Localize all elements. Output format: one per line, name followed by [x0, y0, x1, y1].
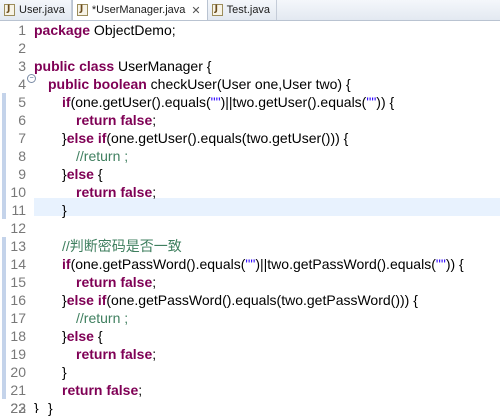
line-number: 12 [10, 220, 26, 236]
java-file-icon [4, 4, 15, 16]
close-icon[interactable]: ✕ [191, 4, 200, 17]
code-line: }else if(one.getUser().equals(two.getUse… [62, 130, 349, 146]
tab-label: *UserManager.java [91, 4, 186, 16]
tab-label: User.java [19, 4, 65, 16]
tab-label: Test.java [226, 4, 271, 16]
code-line: }else if(one.getPassWord().equals(two.ge… [62, 292, 418, 308]
code-line: return false; [76, 346, 157, 362]
code-line: } [48, 400, 53, 416]
editor-tab-bar: User.java *UserManager.java ✕ Test.java [0, 0, 500, 21]
code-line: return false; [76, 184, 157, 200]
code-line: //return ; [76, 310, 129, 326]
change-marker [2, 93, 6, 219]
tab-test-java[interactable]: Test.java [208, 0, 278, 20]
code-line: //return ; [76, 148, 129, 164]
code-line: if(one.getUser().equals("")||two.getUser… [62, 94, 395, 110]
code-line: if(one.getPassWord().equals("")||two.get… [62, 256, 464, 272]
line-number: 4 [18, 76, 26, 92]
code-line: return false; [76, 112, 157, 128]
code-line: } [34, 400, 39, 413]
java-file-icon [211, 4, 223, 16]
code-line: return false; [62, 382, 143, 398]
code-line: } [62, 364, 67, 380]
code-line: } [62, 202, 67, 218]
code-line: package ObjectDemo; [34, 22, 176, 38]
code-line: }else { [62, 166, 103, 182]
change-marker [2, 237, 6, 399]
line-number: 23 [10, 400, 26, 413]
code-line: public boolean checkUser(User one,User t… [48, 76, 351, 92]
code-line: }else { [62, 328, 103, 344]
line-number: 1 [18, 22, 26, 38]
tab-usermanager-java[interactable]: *UserManager.java ✕ [71, 0, 208, 20]
line-number: 3 [18, 58, 26, 74]
code-line: //判断密码是否一致 [62, 238, 182, 254]
line-number: 2 [18, 40, 26, 56]
java-file-icon [76, 4, 88, 16]
tab-user-java[interactable]: User.java [0, 0, 72, 20]
code-line: public class UserManager { [34, 58, 212, 74]
code-editor[interactable]: package ObjectDemo; public class UserMan… [34, 21, 500, 416]
code-line: return false; [76, 274, 157, 290]
